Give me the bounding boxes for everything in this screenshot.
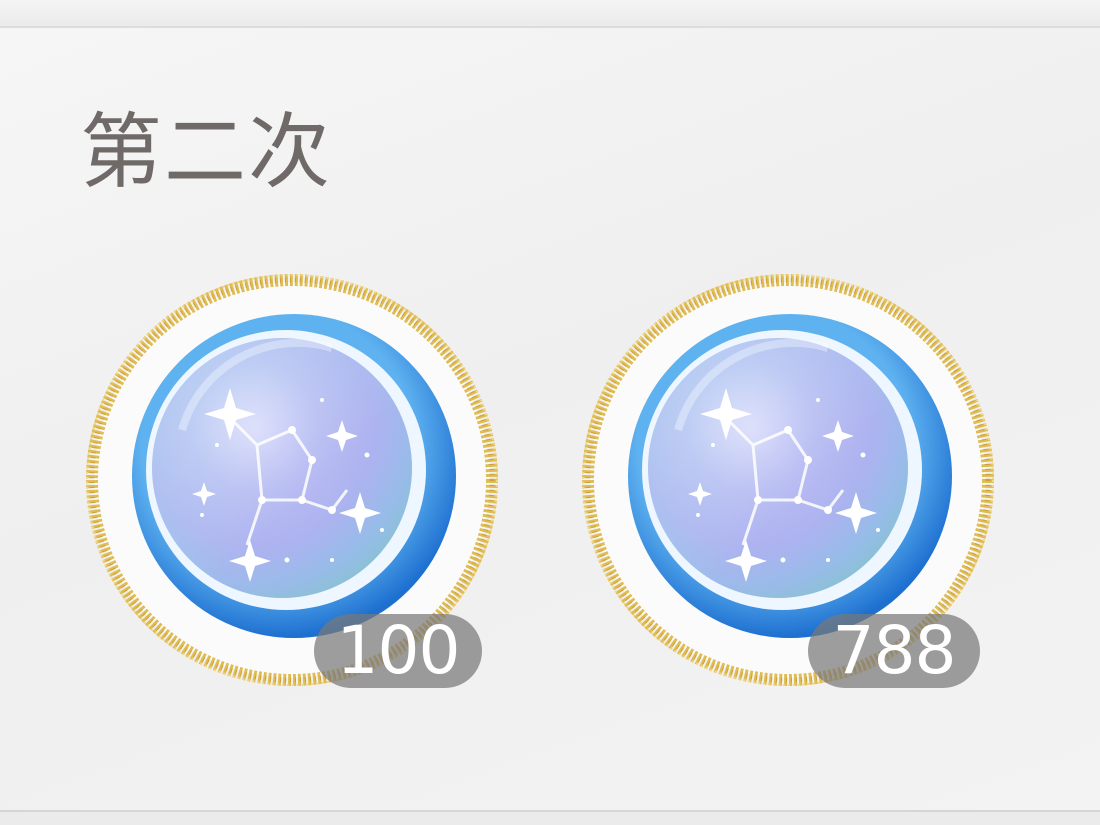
top-divider-strip: [0, 0, 1100, 22]
reward-item[interactable]: 100: [82, 270, 502, 690]
reward-item[interactable]: 788: [578, 270, 998, 690]
item-count-badge: 100: [314, 614, 482, 688]
section-title: 第二次: [80, 105, 333, 200]
item-count-badge: 788: [808, 614, 980, 688]
